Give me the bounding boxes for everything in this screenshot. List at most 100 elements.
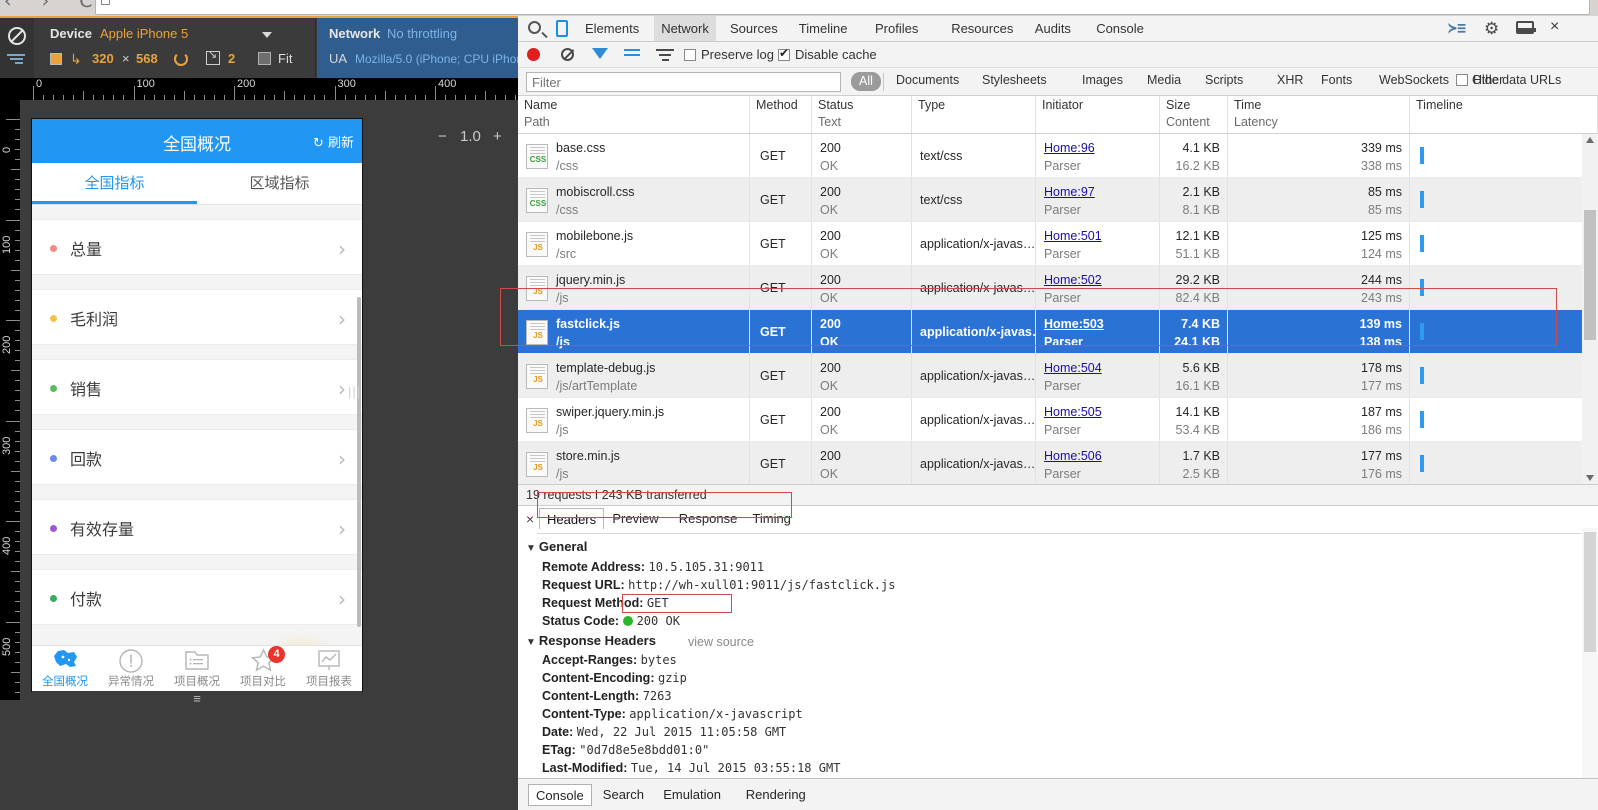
nav-item-5[interactable]: 项目报表 [296,648,362,691]
clear-icon[interactable] [561,48,574,61]
preserve-log-checkbox[interactable] [684,49,696,61]
filter-all-button[interactable]: All [851,72,881,91]
response-headers-section-title[interactable]: ▼ Response Headers [526,633,656,648]
table-row[interactable]: JS fastclick.js/js GET 200 OK application/x-j… [518,310,1598,354]
filter-type-documents[interactable]: Documents [896,73,959,87]
details-scrollbar[interactable] [1582,528,1598,778]
list-item[interactable]: 回款 › [32,429,362,485]
drawer-tab-emulation[interactable]: Emulation [656,784,728,806]
network-value[interactable]: No throttling [387,26,457,41]
view-source-link[interactable]: view source [688,635,754,649]
refresh-button[interactable]: ↻ 刷新 [313,132,354,151]
scroll-up-arrow-icon[interactable] [1586,137,1594,143]
details-tab-response[interactable]: Response [672,508,745,529]
scale-icon[interactable] [206,48,220,65]
devtools-tab-timeline[interactable]: Timeline [792,16,855,41]
disable-cache-toggle[interactable]: Disable cache [778,46,877,62]
zoom-in-button[interactable]: + [493,128,502,145]
network-conditions-icon[interactable] [7,54,27,66]
network-table-scrollbar[interactable] [1582,134,1598,484]
zoom-out-button[interactable]: − [438,128,447,145]
zoom-control[interactable]: − 1.0 + [438,124,508,152]
details-close-icon[interactable]: × [526,511,534,527]
device-height[interactable]: 568 [136,51,158,66]
devtools-tab-elements[interactable]: Elements [578,16,646,41]
list-scrollbar[interactable] [357,297,361,627]
devtools-tab-console[interactable]: Console [1089,16,1151,41]
device-toggle-icon[interactable] [556,20,568,37]
nav-item-4[interactable]: 4 项目对比 [230,646,296,691]
collapse-triangle-icon[interactable]: ▼ [526,637,536,648]
pane-resize-handle[interactable]: ||| [348,384,360,404]
filter-type-stylesheets[interactable]: Stylesheets [982,73,1047,87]
device-enable-checkbox[interactable] [50,53,62,65]
record-icon[interactable] [527,48,540,61]
cell-initiator-link[interactable]: Home:96 [1044,141,1095,155]
search-icon[interactable] [528,21,541,34]
address-bar[interactable]: wh-xull01:9011/Home#&qggk [95,0,1590,15]
nav-item-2[interactable]: 异常情况 [98,648,164,691]
column-header-time[interactable]: Time Latency [1228,96,1410,133]
column-header-type[interactable]: Type [912,96,1036,133]
cell-initiator-link[interactable]: Home:501 [1044,229,1102,243]
ua-value[interactable]: Mozilla/5.0 (iPhone; CPU iPhone OS 8_0 l… [355,52,518,66]
details-tab-preview[interactable]: Preview [605,508,665,529]
browser-nav-buttons[interactable]: ‹ › C [4,0,105,12]
app-tab-2[interactable]: 区域指标 [197,163,362,204]
hide-data-urls-checkbox[interactable] [1456,74,1468,86]
preserve-log-toggle[interactable]: Preserve log [684,47,774,62]
disable-cache-checkbox[interactable] [778,46,790,61]
nav-item-3[interactable]: 项目概况 [164,648,230,691]
list-item[interactable]: 有效存量 › [32,499,362,555]
devtools-tab-sources[interactable]: Sources [723,16,785,41]
cell-initiator-link[interactable]: Home:503 [1044,317,1104,331]
general-section-title[interactable]: ▼ General [526,539,587,554]
devtools-tab-resources[interactable]: Resources [944,16,1020,41]
drawer-tab-search[interactable]: Search [596,784,651,806]
filter-type-scripts[interactable]: Scripts [1205,73,1243,87]
cell-initiator-link[interactable]: Home:97 [1044,185,1095,199]
filter-type-other[interactable]: Other [1472,73,1503,87]
drawer-tab-rendering[interactable]: Rendering [739,784,813,806]
table-row[interactable]: CSS mobiscroll.css/css GET 200 OK text/css Hom… [518,178,1598,222]
network-table-body[interactable]: CSS base.css/css GET 200 OK text/css Home:96 Pa… [518,134,1598,484]
filter-type-websockets[interactable]: WebSockets [1379,73,1449,87]
group-icon[interactable] [656,49,674,61]
view-list-icon[interactable] [624,49,640,61]
collapse-triangle-icon[interactable]: ▼ [526,543,536,554]
column-header-method[interactable]: Method [750,96,812,133]
scroll-down-arrow-icon[interactable] [1586,475,1594,481]
list-item[interactable]: 毛利润 › [32,289,362,345]
list-item[interactable]: 付款 › [32,569,362,625]
no-throttle-icon[interactable] [8,27,26,45]
scroll-thumb[interactable] [1584,532,1596,652]
device-width[interactable]: 320 [92,51,114,66]
column-header-timeline[interactable]: Timeline [1410,96,1598,133]
details-tab-headers[interactable]: Headers [539,508,605,529]
devtools-tab-audits[interactable]: Audits [1028,16,1078,41]
device-pixel-ratio[interactable]: 2 [228,51,235,66]
table-row[interactable]: JS store.min.js/js GET 200 OK application/x-j… [518,442,1598,484]
list-item[interactable]: 销售 › [32,359,362,415]
close-icon[interactable]: × [1550,18,1559,36]
dock-position-icon[interactable] [1516,21,1536,34]
table-row[interactable]: JS template-debug.js/js/artTemplate GET 200… [518,354,1598,398]
filter-type-xhr[interactable]: XHR [1277,73,1303,87]
funnel-icon[interactable] [592,48,608,59]
console-drawer-icon[interactable]: ≻≡ [1448,19,1466,37]
gear-icon[interactable]: ⚙ [1484,19,1499,39]
reload-emulation-icon[interactable] [174,52,188,66]
cell-initiator-link[interactable]: Home:504 [1044,361,1102,375]
filter-type-fonts[interactable]: Fonts [1321,73,1352,87]
cell-initiator-link[interactable]: Home:505 [1044,405,1102,419]
table-row[interactable]: CSS base.css/css GET 200 OK text/css Home:96 Pa… [518,134,1598,178]
list-item[interactable]: 总量 › [32,219,362,275]
filter-input[interactable] [526,72,841,92]
table-row[interactable]: JS swiper.jquery.min.js/js GET 200 OK applica… [518,398,1598,442]
devtools-tab-network[interactable]: Network [654,16,716,41]
drawer-tab-console[interactable]: Console [528,784,592,806]
devtools-tab-profiles[interactable]: Profiles [868,16,925,41]
table-row[interactable]: JS mobilebone.js/src GET 200 OK application/x… [518,222,1598,266]
cell-initiator-link[interactable]: Home:506 [1044,449,1102,463]
app-tab-1[interactable]: 全国指标 [32,163,197,204]
